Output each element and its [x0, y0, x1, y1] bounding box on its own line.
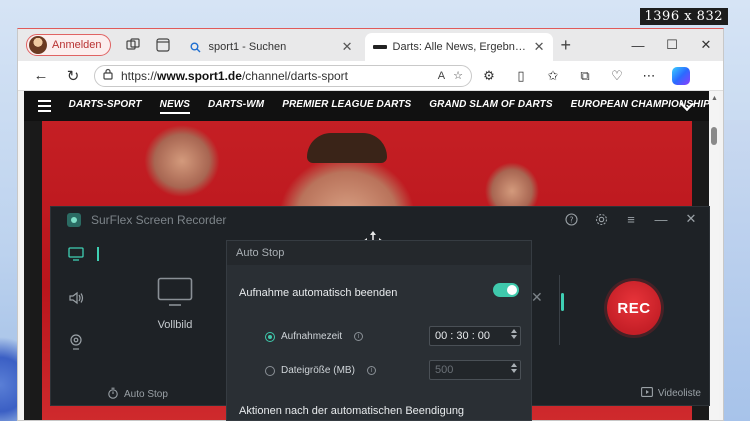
- time-value: 00 : 30 : 00: [435, 330, 491, 342]
- back-arrow-icon[interactable]: ←: [32, 67, 50, 85]
- copilot-icon[interactable]: [672, 66, 690, 85]
- info-icon[interactable]: i: [354, 332, 364, 341]
- size-option-label: Dateigröße (MB): [281, 365, 355, 376]
- active-indicator: [97, 247, 99, 261]
- record-button[interactable]: REC: [607, 281, 661, 335]
- tab-title: Darts: Alle News, Ergebnisse & Infos: [392, 41, 528, 53]
- workspaces-icon[interactable]: [125, 37, 141, 53]
- menu-lines-icon[interactable]: ≡: [623, 211, 639, 227]
- profile-button[interactable]: Anmelden: [26, 34, 111, 56]
- tab-search[interactable]: sport1 - Suchen ✕: [181, 33, 361, 61]
- auto-stop-toggle[interactable]: [493, 283, 519, 297]
- refresh-icon[interactable]: ↻: [64, 67, 82, 85]
- auto-stop-label: Auto Stop: [124, 389, 168, 400]
- hero-image-detail: [307, 133, 387, 163]
- screen-size-badge: 1396 x 832: [639, 8, 728, 25]
- auto-stop-button[interactable]: Auto Stop: [107, 387, 168, 402]
- time-option[interactable]: Aufnahmezeit i: [265, 331, 364, 342]
- minimize-icon[interactable]: —: [621, 29, 655, 61]
- fullscreen-monitor-icon[interactable]: [157, 277, 193, 307]
- new-tab-icon[interactable]: +: [561, 35, 572, 56]
- page-scrollbar[interactable]: ▲: [709, 91, 719, 420]
- nav-item-darts-sport[interactable]: DARTS-SPORT: [69, 99, 142, 114]
- tab-close-icon[interactable]: ✕: [534, 39, 545, 55]
- sport1-favicon-icon: [372, 40, 387, 54]
- divider: [559, 275, 560, 345]
- mute-cross-icon[interactable]: ✕: [531, 289, 543, 306]
- recorder-app-name: SurFlex Screen Recorder: [91, 213, 227, 227]
- auto-stop-dialog: Auto Stop Aufnahme automatisch beenden A…: [226, 240, 532, 421]
- stepper-arrows-icon[interactable]: [511, 329, 517, 339]
- size-option[interactable]: Dateigröße (MB) i: [265, 365, 376, 376]
- size-radio[interactable]: [265, 365, 275, 376]
- help-icon[interactable]: ?: [563, 211, 579, 227]
- maximize-icon[interactable]: ☐: [655, 29, 689, 61]
- extensions-icon[interactable]: ⚙: [480, 67, 498, 85]
- nav-items: DARTS-SPORT NEWS DARTS-WM PREMIER LEAGUE…: [69, 99, 710, 114]
- close-icon[interactable]: ✕: [683, 211, 699, 227]
- nav-item-grand-slam[interactable]: GRAND SLAM OF DARTS: [429, 99, 552, 114]
- address-bar-row: ← ↻ https://www.sport1.de/channel/darts-…: [18, 61, 723, 91]
- tab-title: sport1 - Suchen: [208, 41, 287, 53]
- webcam-icon[interactable]: [67, 333, 85, 351]
- recorder-sidebar: [67, 245, 85, 351]
- split-screen-icon[interactable]: ▯: [512, 67, 530, 85]
- tab-close-icon[interactable]: ✕: [342, 39, 353, 55]
- tab-bar: Anmelden sport1 - Suchen ✕ Darts: Alle N…: [18, 29, 723, 61]
- monitor-icon[interactable]: [67, 245, 85, 263]
- tab-darts[interactable]: Darts: Alle News, Ergebnisse & Infos ✕: [364, 33, 553, 61]
- info-icon[interactable]: i: [366, 366, 376, 375]
- tab-actions-icon[interactable]: [155, 37, 171, 53]
- size-value: 500: [435, 364, 454, 376]
- stepper-arrows-icon[interactable]: [511, 363, 517, 373]
- scroll-up-icon[interactable]: ▲: [711, 95, 718, 102]
- collections-icon[interactable]: ⧉: [576, 67, 594, 85]
- svg-text:?: ?: [569, 215, 573, 224]
- favorites-icon[interactable]: ✩: [544, 67, 562, 85]
- size-stepper[interactable]: 500: [429, 360, 521, 380]
- close-window-icon[interactable]: ✕: [689, 29, 723, 61]
- nav-item-news[interactable]: NEWS: [159, 99, 191, 114]
- level-indicator: [561, 293, 564, 311]
- nav-item-darts-wm[interactable]: DARTS-WM: [208, 99, 264, 114]
- recorder-title-bar: SurFlex Screen Recorder ? ≡ — ✕: [51, 207, 709, 233]
- url-text: https://www.sport1.de/channel/darts-spor…: [121, 68, 348, 83]
- recorder-controls: ? ≡ — ✕: [563, 211, 699, 227]
- scrollbar-thumb[interactable]: [711, 127, 717, 145]
- url-input[interactable]: https://www.sport1.de/channel/darts-spor…: [94, 64, 472, 87]
- time-stepper[interactable]: 00 : 30 : 00: [429, 326, 521, 346]
- site-navigation: DARTS-SPORT NEWS DARTS-WM PREMIER LEAGUE…: [24, 91, 710, 121]
- minimize-icon[interactable]: —: [653, 211, 669, 227]
- time-radio[interactable]: [265, 331, 275, 342]
- time-option-label: Aufnahmezeit: [281, 331, 343, 342]
- dialog-title: Auto Stop: [227, 241, 531, 265]
- after-stop-actions-label: Aktionen nach der automatischen Beendigu…: [239, 405, 465, 417]
- speaker-icon[interactable]: [67, 289, 85, 307]
- stopwatch-icon: [107, 387, 119, 402]
- avatar: [29, 36, 47, 54]
- video-list-label: Videoliste: [657, 388, 701, 399]
- fullscreen-mode-label[interactable]: Vollbild: [149, 319, 201, 331]
- nav-item-premier-league[interactable]: PREMIER LEAGUE DARTS: [282, 99, 411, 114]
- lock-icon: [103, 67, 113, 85]
- recorder-logo-icon: [67, 213, 81, 227]
- auto-stop-toggle-label: Aufnahme automatisch beenden: [239, 287, 398, 299]
- desktop-wallpaper-right: [722, 120, 750, 421]
- favorite-star-icon[interactable]: ☆: [453, 69, 463, 82]
- read-aloud-icon[interactable]: A: [438, 70, 445, 82]
- menu-icon[interactable]: [38, 100, 51, 112]
- video-list-button[interactable]: Videoliste: [640, 387, 701, 400]
- settings-gear-icon[interactable]: [593, 211, 609, 227]
- window-controls: — ☐ ✕: [621, 29, 723, 61]
- toolbar-icons: ⚙ ▯ ✩ ⧉ ♡ ⋯: [480, 66, 690, 85]
- browser-essentials-icon[interactable]: ♡: [608, 67, 626, 85]
- search-icon: [189, 40, 203, 54]
- profile-label: Anmelden: [52, 39, 102, 51]
- video-list-icon: [640, 387, 653, 400]
- more-options-icon[interactable]: ⋯: [640, 67, 658, 85]
